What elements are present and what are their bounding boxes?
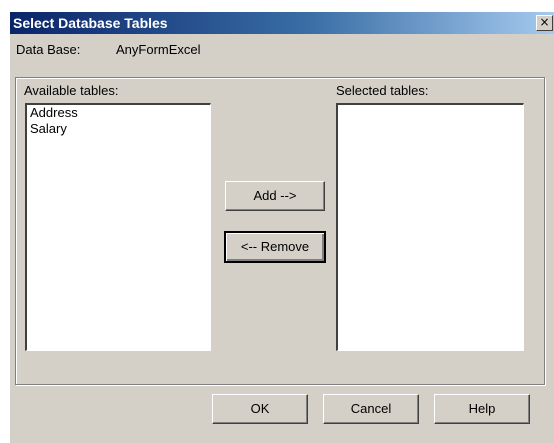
dialog-title: Select Database Tables <box>13 15 168 31</box>
database-label: Data Base: <box>16 42 81 57</box>
ok-button[interactable]: OK <box>212 394 308 424</box>
available-tables-label: Available tables: <box>24 83 119 98</box>
list-item[interactable]: Address <box>27 105 210 121</box>
selected-tables-label: Selected tables: <box>336 83 429 98</box>
help-button[interactable]: Help <box>434 394 530 424</box>
selected-tables-list[interactable] <box>336 103 524 351</box>
close-icon: × <box>539 15 550 29</box>
remove-button[interactable]: <-- Remove <box>224 231 326 263</box>
close-button[interactable]: × <box>536 15 553 31</box>
available-tables-list[interactable]: Address Salary <box>25 103 211 351</box>
list-item[interactable]: Salary <box>27 121 210 137</box>
title-bar: Select Database Tables × <box>10 12 554 34</box>
add-button[interactable]: Add --> <box>225 181 325 211</box>
database-value: AnyFormExcel <box>116 42 201 57</box>
cancel-button[interactable]: Cancel <box>323 394 419 424</box>
